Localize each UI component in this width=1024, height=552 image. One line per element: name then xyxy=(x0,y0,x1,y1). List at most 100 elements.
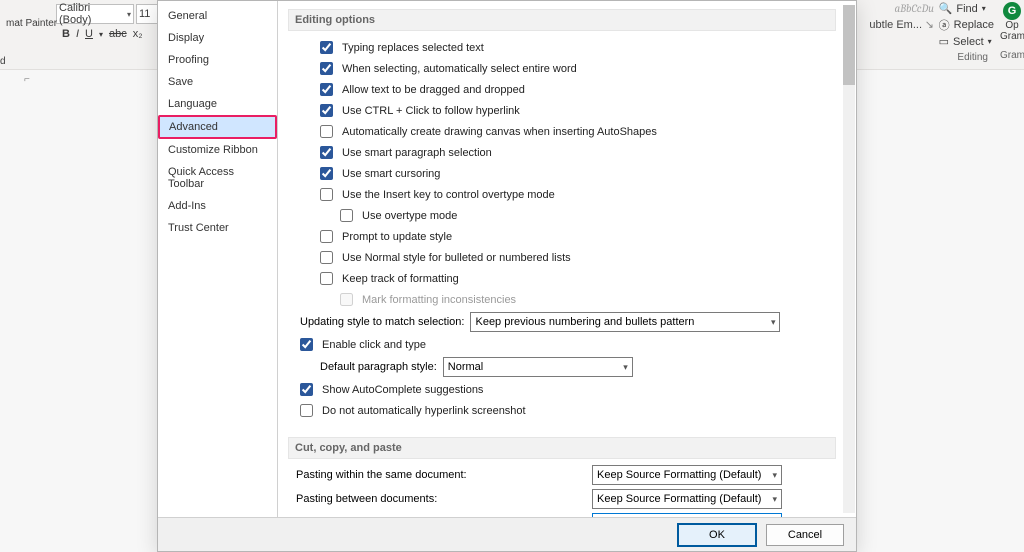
grammarly-label-1: Op xyxy=(1000,20,1024,31)
updating-style-label: Updating style to match selection: xyxy=(300,316,464,328)
options-content: Editing options Typing replaces selected… xyxy=(278,1,842,517)
grammarly-label-2: Gramm xyxy=(1000,31,1024,42)
chevron-down-icon: ▾ xyxy=(772,494,777,505)
option-use-the-insert-key-to-control-overtype-m[interactable]: Use the Insert key to control overtype m… xyxy=(312,184,836,205)
chevron-down-icon: ▾ xyxy=(99,30,103,39)
paste-label: Pasting between documents when style def… xyxy=(296,513,586,517)
nav-add-ins[interactable]: Add-Ins xyxy=(158,195,277,217)
font-name-value: Calibri (Body) xyxy=(59,2,123,26)
replace-icon: ⓐ xyxy=(939,17,950,33)
ok-button[interactable]: OK xyxy=(678,524,756,546)
checkbox[interactable] xyxy=(320,104,333,117)
section-cut-copy-paste: Cut, copy, and paste xyxy=(288,437,836,459)
no-hyperlink-screenshot[interactable]: Do not automatically hyperlink screensho… xyxy=(292,400,836,421)
show-autocomplete[interactable]: Show AutoComplete suggestions xyxy=(292,379,836,400)
vertical-scrollbar[interactable] xyxy=(843,5,855,513)
strike-button[interactable]: abc xyxy=(109,28,127,40)
checkbox[interactable] xyxy=(340,209,353,222)
show-autocomplete-checkbox[interactable] xyxy=(300,383,313,396)
option-use-smart-cursoring[interactable]: Use smart cursoring xyxy=(312,163,836,184)
checkbox[interactable] xyxy=(320,167,333,180)
paste-label: Pasting within the same document: xyxy=(296,465,586,485)
paste-select[interactable]: Use Destination Styles (Default)▾ xyxy=(592,513,782,517)
option-keep-track-of-formatting[interactable]: Keep track of formatting xyxy=(312,268,836,289)
option-use-overtype-mode[interactable]: Use overtype mode xyxy=(332,205,836,226)
default-paragraph-row: Default paragraph style: Normal▾ xyxy=(292,355,836,379)
select-icon: ▭ xyxy=(939,35,949,48)
italic-button[interactable]: I xyxy=(76,28,79,40)
chevron-down-icon: ▾ xyxy=(982,4,986,13)
styles-preview: aBbCcDu xyxy=(895,2,935,15)
font-group: Calibri (Body) ▾ 11 xyxy=(56,4,162,24)
paste-label: Pasting between documents: xyxy=(296,489,586,509)
nav-quick-access-toolbar[interactable]: Quick Access Toolbar xyxy=(158,161,277,195)
nav-advanced[interactable]: Advanced xyxy=(158,115,277,139)
option-when-selecting-automatically-select-enti[interactable]: When selecting, automatically select ent… xyxy=(312,58,836,79)
option-prompt-to-update-style[interactable]: Prompt to update style xyxy=(312,226,836,247)
grammarly-label-3: Gram xyxy=(1000,50,1024,61)
option-automatically-create-drawing-canvas-when[interactable]: Automatically create drawing canvas when… xyxy=(312,121,836,142)
dialog-footer: OK Cancel xyxy=(158,517,856,551)
checkbox xyxy=(340,293,353,306)
default-paragraph-select[interactable]: Normal▾ xyxy=(443,357,633,377)
chevron-down-icon: ▾ xyxy=(771,317,776,328)
checkbox[interactable] xyxy=(320,188,333,201)
checkbox[interactable] xyxy=(320,83,333,96)
paste-options-grid: Pasting within the same document: Keep So… xyxy=(296,465,836,517)
nav-language[interactable]: Language xyxy=(158,93,277,115)
paste-select[interactable]: Keep Source Formatting (Default)▾ xyxy=(592,489,782,509)
chevron-down-icon: ▾ xyxy=(988,37,992,46)
find-button[interactable]: 🔍Find ▾ xyxy=(939,2,994,15)
font-name-combo[interactable]: Calibri (Body) ▾ xyxy=(56,4,134,24)
no-hyperlink-checkbox[interactable] xyxy=(300,404,313,417)
paste-select[interactable]: Keep Source Formatting (Default)▾ xyxy=(592,465,782,485)
options-nav: GeneralDisplayProofingSaveLanguageAdvanc… xyxy=(158,1,278,517)
dialog-launcher-icon[interactable]: ↘ xyxy=(925,19,934,31)
nav-display[interactable]: Display xyxy=(158,27,277,49)
editing-group: 🔍Find ▾ ⓐReplace ▭Select ▾ xyxy=(939,2,994,48)
replace-button[interactable]: ⓐReplace xyxy=(939,17,994,33)
styles-row-2: ubtle Em... ↘ xyxy=(869,18,934,31)
nav-save[interactable]: Save xyxy=(158,71,277,93)
font-format-row: B I U ▾ abc x₂ xyxy=(62,28,143,40)
checkbox[interactable] xyxy=(320,125,333,138)
option-use-normal-style-for-bulleted-or-numbere[interactable]: Use Normal style for bulleted or numbere… xyxy=(312,247,836,268)
clipboard-group-label: d xyxy=(0,56,6,67)
chevron-down-icon: ▾ xyxy=(623,362,628,373)
checkbox[interactable] xyxy=(320,41,333,54)
ruler-marker: ⌐ xyxy=(24,74,30,85)
enable-click-type-checkbox[interactable] xyxy=(300,338,313,351)
dialog-body: GeneralDisplayProofingSaveLanguageAdvanc… xyxy=(158,1,856,517)
grammarly-group: G Op Gramm Gram xyxy=(1000,2,1024,61)
bold-button[interactable]: B xyxy=(62,28,70,40)
default-paragraph-label: Default paragraph style: xyxy=(320,361,437,373)
updating-style-select[interactable]: Keep previous numbering and bullets patt… xyxy=(470,312,780,332)
nav-general[interactable]: General xyxy=(158,5,277,27)
select-button[interactable]: ▭Select ▾ xyxy=(939,35,994,48)
checkbox[interactable] xyxy=(320,146,333,159)
section-editing-options: Editing options xyxy=(288,9,836,31)
option-use-ctrl-click-to-follow-hyperlink[interactable]: Use CTRL + Click to follow hyperlink xyxy=(312,100,836,121)
enable-click-type[interactable]: Enable click and type xyxy=(292,334,836,355)
checkbox[interactable] xyxy=(320,272,333,285)
grammarly-icon[interactable]: G xyxy=(1003,2,1021,20)
scrollbar-thumb[interactable] xyxy=(843,5,855,85)
subscript-button[interactable]: x₂ xyxy=(133,28,143,40)
chevron-down-icon: ▾ xyxy=(127,10,131,19)
option-use-smart-paragraph-selection[interactable]: Use smart paragraph selection xyxy=(312,142,836,163)
chevron-down-icon: ▾ xyxy=(772,470,777,481)
option-allow-text-to-be-dragged-and-dropped[interactable]: Allow text to be dragged and dropped xyxy=(312,79,836,100)
nav-trust-center[interactable]: Trust Center xyxy=(158,217,277,239)
updating-style-row: Updating style to match selection: Keep … xyxy=(292,310,836,334)
nav-customize-ribbon[interactable]: Customize Ribbon xyxy=(158,139,277,161)
option-typing-replaces-selected-text[interactable]: Typing replaces selected text xyxy=(312,37,836,58)
checkbox[interactable] xyxy=(320,251,333,264)
font-size-value: 11 xyxy=(139,8,150,20)
content-wrap: Editing options Typing replaces selected… xyxy=(278,1,856,517)
underline-button[interactable]: U xyxy=(85,28,93,40)
option-mark-formatting-inconsistencies: Mark formatting inconsistencies xyxy=(332,289,836,310)
checkbox[interactable] xyxy=(320,230,333,243)
checkbox[interactable] xyxy=(320,62,333,75)
nav-proofing[interactable]: Proofing xyxy=(158,49,277,71)
cancel-button[interactable]: Cancel xyxy=(766,524,844,546)
